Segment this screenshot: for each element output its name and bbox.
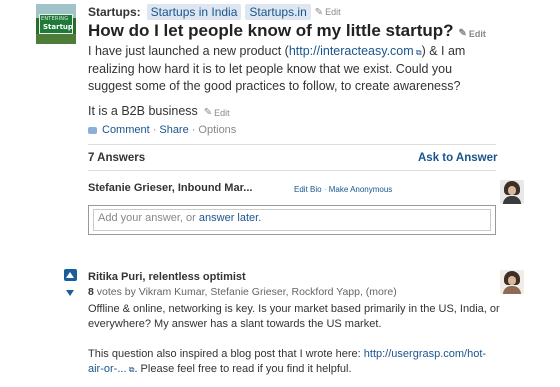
answer-paragraph-text: . Please feel free to read if you find i… (134, 363, 352, 375)
detail-edit-link[interactable]: ✎ Edit (204, 107, 230, 118)
voters-text[interactable]: votes by Vikram Kumar, Stefanie Grieser,… (94, 286, 397, 298)
avatar-body (503, 286, 521, 294)
separator: · (323, 185, 327, 194)
upvote-button[interactable] (64, 269, 77, 281)
compose-user-links: Edit Bio · Make Anonymous (294, 185, 392, 194)
avatar[interactable] (500, 180, 524, 204)
title-edit-link[interactable]: ✎ Edit (459, 28, 486, 39)
question-title: How do I let people know of my little st… (88, 21, 454, 40)
pencil-icon: ✎ (458, 28, 467, 39)
question-body-link[interactable]: http://interacteasy.com (289, 44, 414, 58)
answer-later-link[interactable]: answer later. (199, 212, 261, 224)
downvote-button[interactable] (64, 287, 77, 299)
topics-edit-link[interactable]: ✎ Edit (315, 7, 341, 18)
topic-breadcrumb: Startups: Startups in India Startups.in … (88, 4, 341, 20)
question-detail-row: It is a B2B business ✎ Edit (88, 104, 230, 118)
edit-bio-link[interactable]: Edit Bio (294, 185, 322, 194)
comment-icon (88, 126, 97, 134)
detail-edit-label: Edit (214, 107, 230, 118)
topic-image-sign-line-1: ENTERING (41, 16, 69, 22)
separator: · (191, 124, 196, 136)
topics-label: Startups: (88, 5, 141, 19)
compose-user-name[interactable]: Stefanie Grieser, Inbound Mar... (88, 182, 252, 194)
topic-tag-startups-in-india[interactable]: Startups in India (146, 4, 242, 20)
ask-to-answer-link[interactable]: Ask to Answer (418, 152, 497, 164)
topics-edit-label: Edit (325, 7, 341, 17)
answer-paragraph: This question also inspired a blog post … (88, 347, 500, 377)
divider (88, 144, 496, 145)
avatar[interactable] (500, 270, 524, 294)
share-link[interactable]: Share (159, 124, 188, 136)
separator: · (152, 124, 157, 136)
make-anonymous-link[interactable]: Make Anonymous (329, 185, 393, 194)
answer-input[interactable]: Add your answer, or answer later. (88, 205, 496, 235)
options-menu[interactable]: Options (198, 124, 236, 136)
question-detail: It is a B2B business (88, 104, 198, 118)
avatar-face (508, 276, 516, 285)
question-actions: Comment · Share · Options (88, 124, 236, 136)
avatar-face (508, 186, 516, 195)
answers-count: 7 Answers (88, 152, 146, 164)
external-link-icon: ⧉ (413, 48, 422, 57)
question-body-text-1: I have just launched a new product ( (88, 44, 289, 58)
comment-link[interactable]: Comment (102, 124, 150, 136)
answer-input-inner[interactable]: Add your answer, or answer later. (93, 209, 491, 231)
avatar-body (503, 196, 521, 204)
answer-paragraph-text: This question also inspired a blog post … (88, 348, 364, 360)
topic-image-ground (36, 34, 76, 44)
pencil-icon: ✎ (314, 6, 324, 18)
topic-tag-startups-in[interactable]: Startups.in (245, 4, 311, 20)
topic-image-sign-line-2: Startup (43, 23, 73, 31)
question-title-row: How do I let people know of my little st… (88, 21, 486, 41)
divider (88, 170, 496, 171)
answer-input-placeholder: Add your answer, or (98, 212, 199, 224)
answer-body: Offline & online, networking is key. Is … (88, 302, 500, 387)
title-edit-label: Edit (468, 28, 486, 39)
answer-votes: 8 votes by Vikram Kumar, Stefanie Griese… (88, 286, 397, 298)
question-body: I have just launched a new product (http… (88, 43, 488, 95)
answer-paragraph: Offline & online, networking is key. Is … (88, 303, 500, 330)
pencil-icon: ✎ (203, 107, 213, 118)
topic-image[interactable]: ENTERING Startup (36, 4, 76, 44)
answer-author[interactable]: Ritika Puri, relentless optimist (88, 271, 246, 283)
